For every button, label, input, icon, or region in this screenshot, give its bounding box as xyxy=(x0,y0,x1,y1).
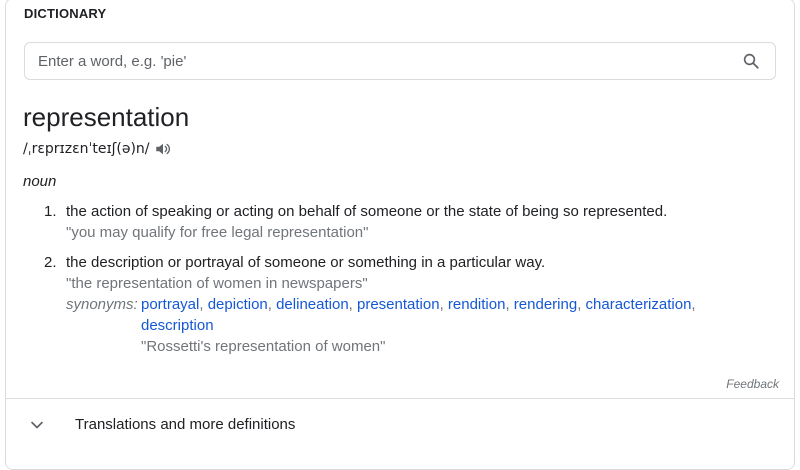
synonym-link[interactable]: rendition xyxy=(448,296,506,313)
headword: representation xyxy=(23,102,190,132)
pronunciation: /ˌrɛprɪzɛnˈteɪʃ(ə)n/ xyxy=(23,141,150,157)
pronunciation-row: /ˌrɛprɪzɛnˈteɪʃ(ə)n/ xyxy=(23,140,172,158)
synonym-link[interactable]: delineation xyxy=(276,296,349,313)
definition-number: 1. xyxy=(44,203,57,220)
synonyms-row: synonyms: portrayal, depiction, delineat… xyxy=(66,294,766,336)
synonym-link[interactable]: portrayal xyxy=(141,296,199,313)
part-of-speech: noun xyxy=(23,173,57,190)
definition-example: "you may qualify for free legal represen… xyxy=(66,224,369,241)
synonyms-label: synonyms: xyxy=(66,296,138,313)
search-icon[interactable] xyxy=(741,51,761,71)
synonym-link[interactable]: description xyxy=(141,317,214,334)
speaker-icon[interactable] xyxy=(154,140,172,158)
definition-text: the description or portrayal of someone … xyxy=(66,254,546,271)
chevron-down-icon xyxy=(27,415,47,435)
translations-label: Translations and more definitions xyxy=(75,416,296,433)
feedback-link[interactable]: Feedback xyxy=(726,377,779,391)
synonym-link[interactable]: depiction xyxy=(208,296,268,313)
section-title: DICTIONARY xyxy=(24,6,107,21)
synonym-example: "Rossetti's representation of women" xyxy=(141,338,386,355)
definition-example: "the representation of women in newspape… xyxy=(66,275,368,292)
synonym-link[interactable]: characterization xyxy=(586,296,692,313)
synonym-link[interactable]: rendering xyxy=(514,296,577,313)
definition-number: 2. xyxy=(44,254,57,271)
synonym-link[interactable]: presentation xyxy=(357,296,440,313)
search-box[interactable] xyxy=(24,42,776,80)
search-input[interactable] xyxy=(25,43,741,79)
definition-text: the action of speaking or acting on beha… xyxy=(66,203,668,220)
translations-expander[interactable]: Translations and more definitions xyxy=(5,399,794,450)
synonyms-list: portrayal, depiction, delineation, prese… xyxy=(141,296,696,334)
